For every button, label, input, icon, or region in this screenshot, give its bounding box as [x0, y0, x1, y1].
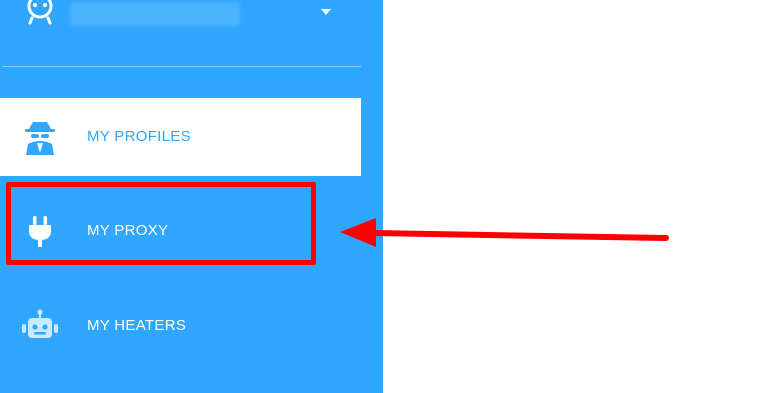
- annotation-highlight-box: [6, 182, 316, 265]
- sidebar-item-label: MY PROFILES: [87, 128, 191, 145]
- robot-face-icon: [22, 0, 58, 28]
- spy-agent-icon: [20, 117, 60, 157]
- sidebar-item-my-profiles[interactable]: MY PROFILES: [0, 98, 361, 176]
- screenshot-stage: MY PROFILES MY PROXY MY HEATERS: [0, 0, 764, 393]
- sidebar-item-my-heaters[interactable]: MY HEATERS: [0, 287, 361, 365]
- username: [70, 2, 240, 26]
- robot-icon: [20, 306, 60, 346]
- caret-down-icon[interactable]: [314, 0, 338, 24]
- annotation-arrow: [340, 218, 669, 247]
- user-menu[interactable]: [0, 0, 383, 40]
- sidebar-divider: [3, 66, 361, 67]
- sidebar-item-label: MY HEATERS: [87, 317, 187, 334]
